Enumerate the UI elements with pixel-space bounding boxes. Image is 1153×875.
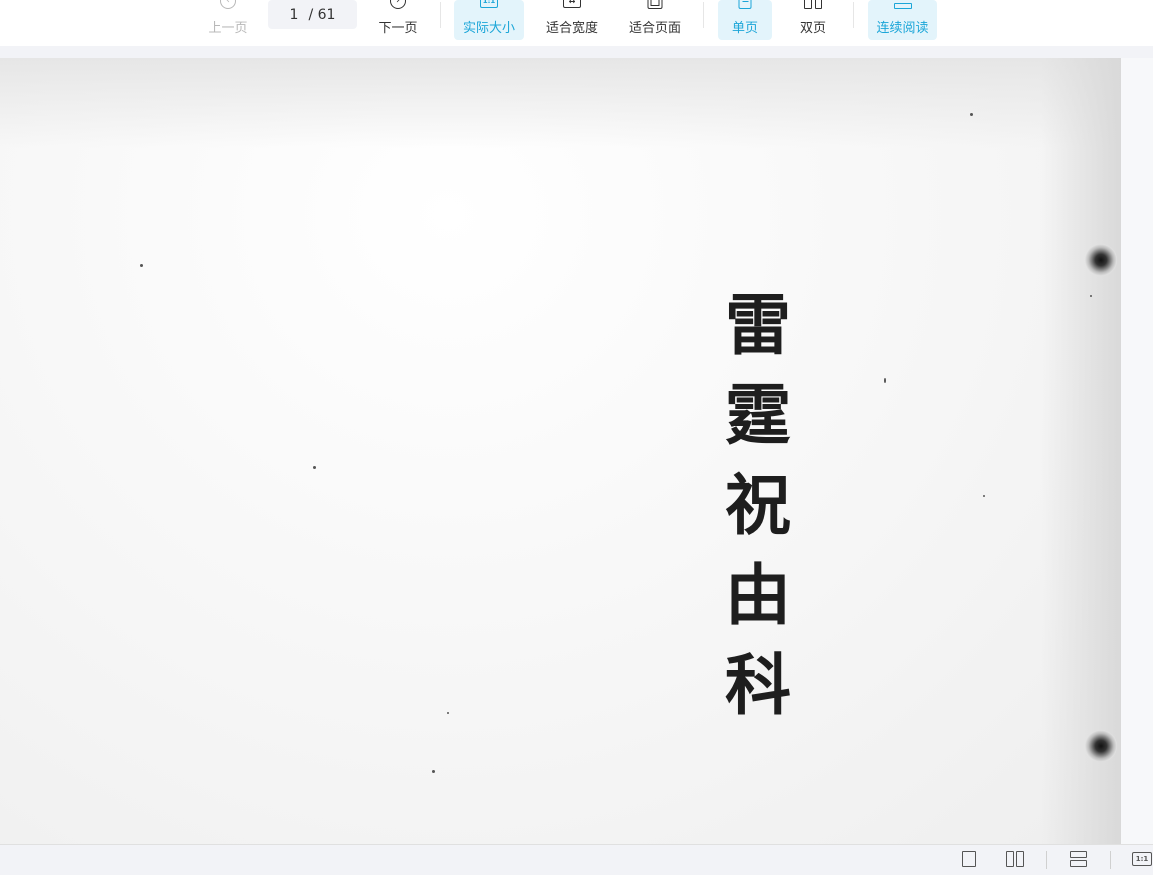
fit-page-icon: [647, 0, 663, 9]
actual-size-label: 实际大小: [462, 21, 515, 36]
document-title: 雷 霆 祝 由 科: [718, 280, 798, 730]
paper-speck: [432, 770, 435, 773]
fit-width-icon: ↔: [563, 0, 581, 8]
continuous-view-icon[interactable]: [1070, 851, 1087, 867]
paper-speck: [970, 113, 973, 116]
fit-page-button[interactable]: 适合页面: [621, 0, 689, 40]
title-char: 雷: [725, 286, 791, 364]
double-page-icon: [804, 0, 822, 9]
toolbar: ‹ 上一页 1 / 61 › 下一页 1:1 实际大小 ↔ 适合宽度 适合页面 …: [0, 0, 1153, 46]
paper-speck: [884, 378, 886, 383]
title-char: 霆: [725, 376, 791, 454]
scan-shadow: [1041, 58, 1121, 844]
double-page-label: 双页: [799, 21, 826, 36]
single-page-button[interactable]: 单页: [718, 0, 772, 40]
single-page-icon: [738, 0, 752, 9]
single-page-label: 单页: [731, 21, 758, 36]
paper-speck: [983, 495, 985, 497]
status-bar: 1:1: [0, 844, 1153, 875]
status-divider: [1110, 851, 1111, 869]
chevron-left-icon: ‹: [220, 0, 236, 9]
fit-width-button[interactable]: ↔ 适合宽度: [538, 0, 606, 40]
continuous-reading-icon: [893, 0, 912, 9]
page-total: / 61: [308, 6, 336, 23]
fit-page-label: 适合页面: [628, 21, 681, 36]
toolbar-divider: [703, 2, 704, 28]
double-page-button[interactable]: 双页: [786, 0, 840, 40]
paper-speck: [313, 466, 316, 469]
title-char: 科: [725, 646, 791, 724]
toolbar-divider: [440, 2, 441, 28]
paper-speck: [1090, 295, 1092, 297]
toolbar-divider: [853, 2, 854, 28]
paper-speck: [447, 712, 449, 714]
prev-page-label: 上一页: [208, 21, 248, 36]
status-divider: [1046, 851, 1047, 869]
next-page-label: 下一页: [378, 21, 418, 36]
title-char: 由: [725, 556, 791, 634]
page-indicator[interactable]: 1 / 61: [268, 0, 357, 29]
next-page-button[interactable]: › 下一页: [373, 0, 423, 40]
actual-size-view-icon[interactable]: 1:1: [1132, 852, 1152, 866]
vertical-scrollbar[interactable]: [1121, 58, 1153, 844]
prev-page-button[interactable]: ‹ 上一页: [203, 0, 253, 40]
single-page-view-icon[interactable]: [962, 851, 976, 867]
binding-hole: [1085, 730, 1117, 762]
actual-size-button[interactable]: 1:1 实际大小: [454, 0, 524, 40]
title-char: 祝: [725, 466, 791, 544]
continuous-reading-label: 连续阅读: [876, 21, 929, 36]
binding-hole: [1085, 244, 1117, 276]
paper-speck: [140, 264, 143, 267]
continuous-reading-button[interactable]: 连续阅读: [868, 0, 937, 40]
actual-size-icon: 1:1: [480, 0, 498, 8]
fit-width-label: 适合宽度: [545, 21, 598, 36]
chevron-right-icon: ›: [390, 0, 406, 9]
page-current-input[interactable]: 1: [290, 7, 299, 23]
document-viewer[interactable]: 雷 霆 祝 由 科: [0, 58, 1121, 844]
scan-shadow: [0, 58, 1121, 148]
double-page-view-icon[interactable]: [1006, 851, 1024, 867]
